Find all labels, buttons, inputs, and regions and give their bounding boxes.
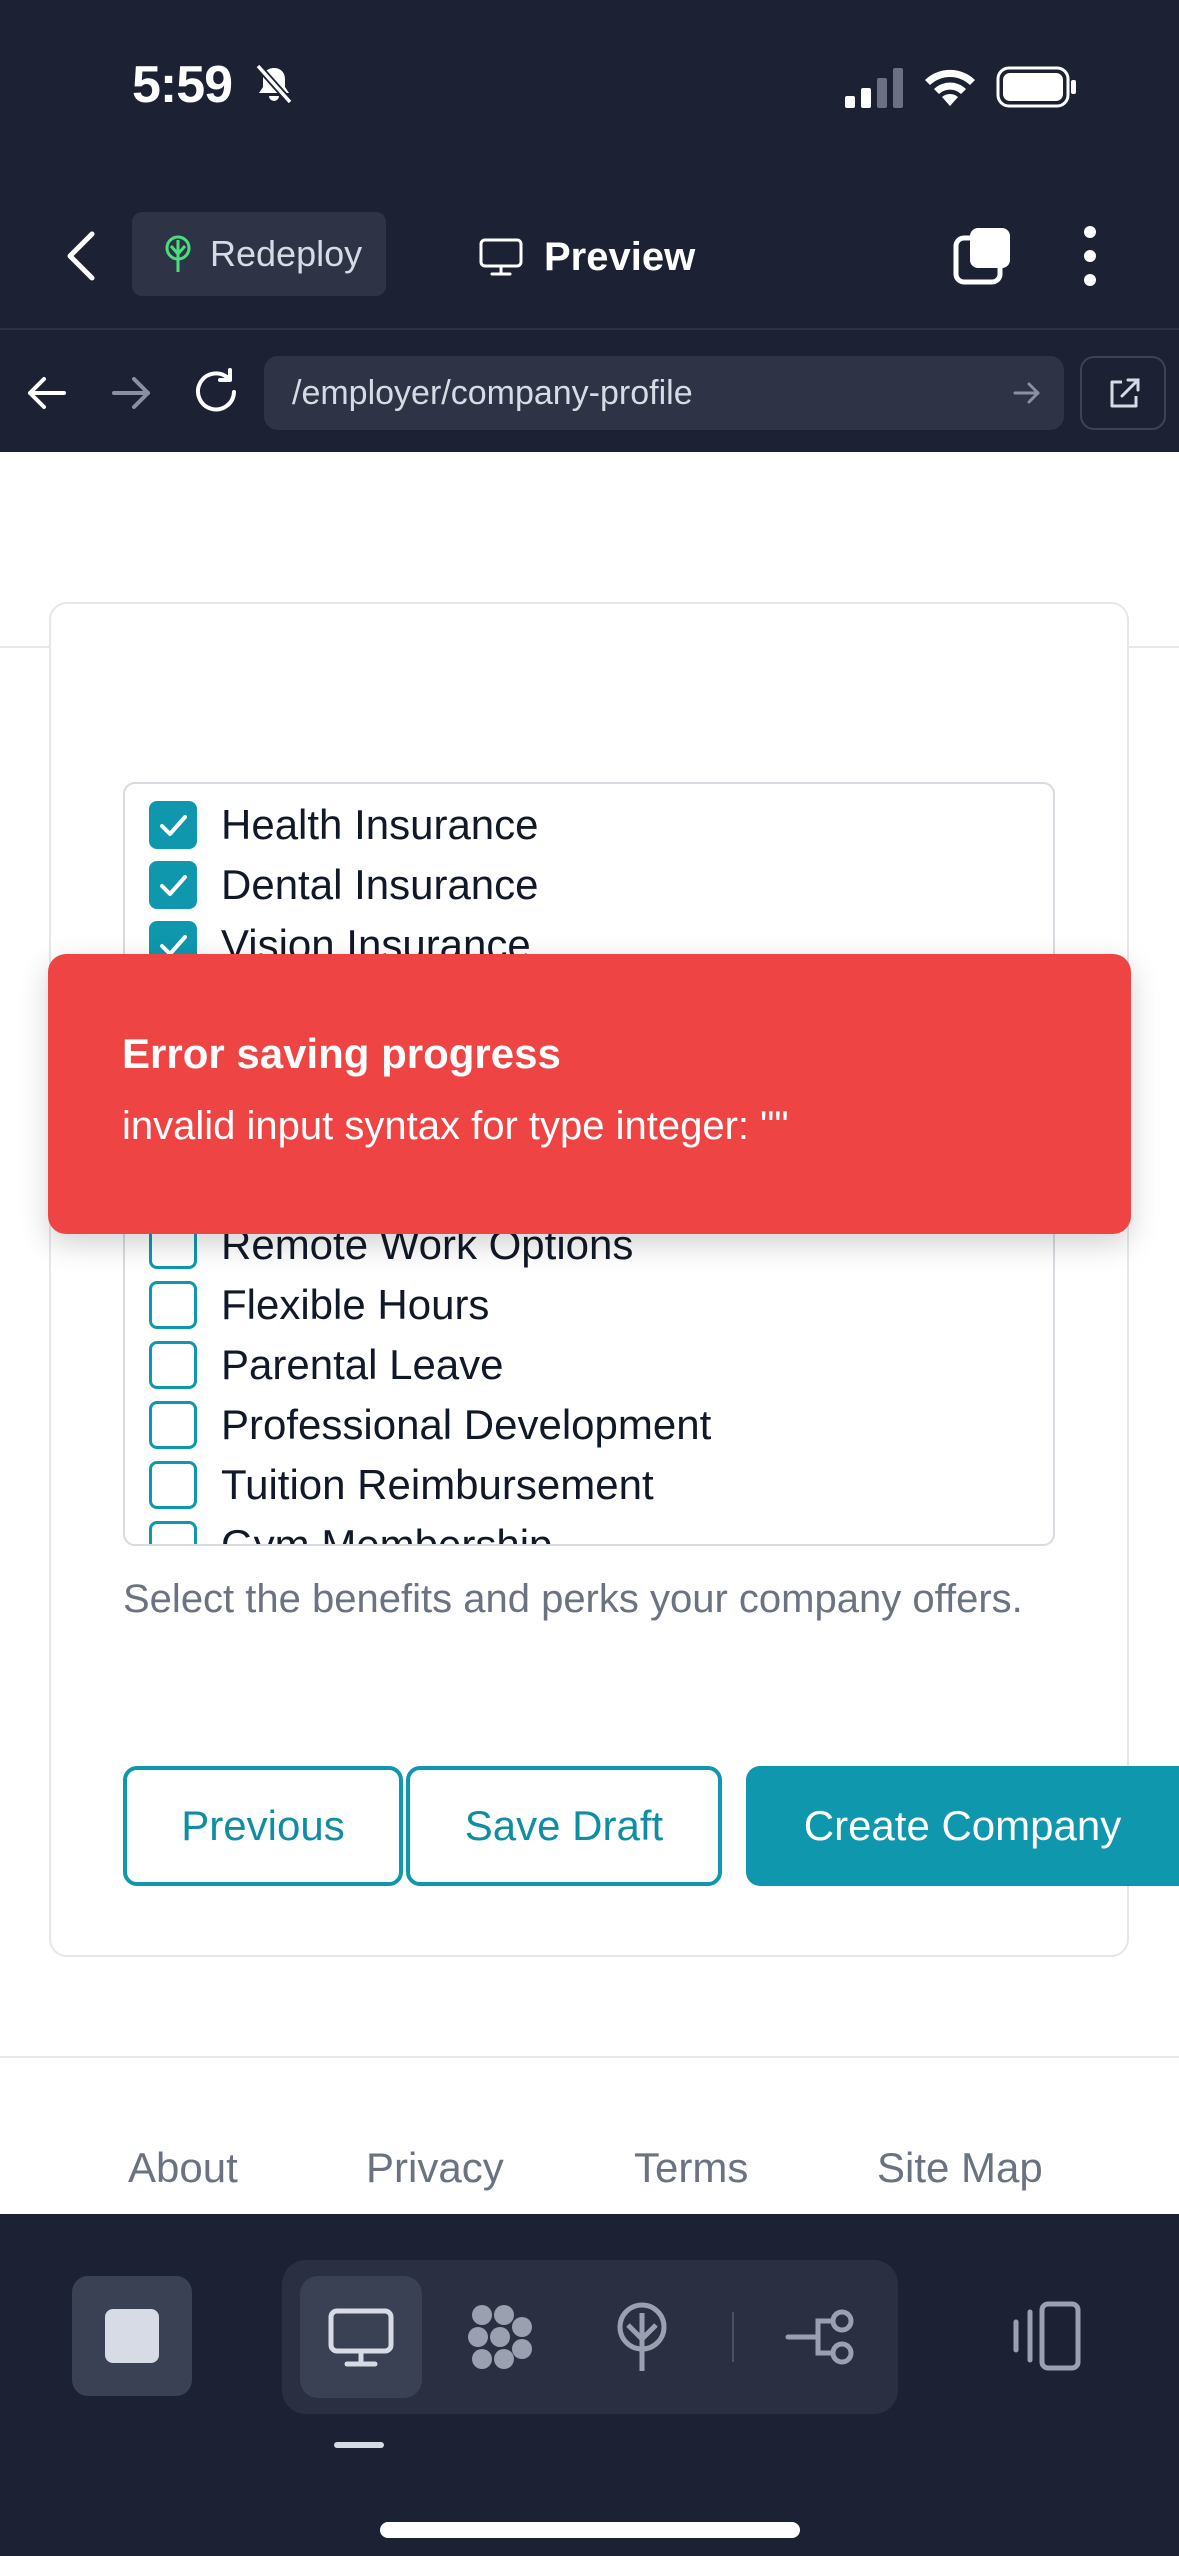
bottom-toolbar [0,2214,1179,2556]
benefit-option[interactable]: Health Insurance [149,799,539,851]
battery-icon [996,66,1076,108]
signal-icon [845,68,903,108]
redeploy-label: Redeploy [210,233,363,274]
wifi-icon [925,69,975,106]
side-panel-icon[interactable] [1006,2298,1086,2374]
benefit-label: Tuition Reimbursement [221,1461,654,1508]
benefits-help-text: Select the benefits and perks your compa… [123,1577,1023,1621]
benefit-option[interactable]: Professional Development [149,1399,711,1451]
segment-divider [732,2312,734,2362]
deploy-icon[interactable] [604,2299,680,2375]
stop-icon [105,2309,159,2363]
more-vertical-icon[interactable] [1070,224,1110,288]
page-content: Health Insurance Dental Insurance Vision I… [0,452,1179,2214]
toast-title: Error saving progress [122,1030,561,1077]
app-header: Redeploy Preview [0,180,1179,330]
checkbox-checked[interactable] [149,801,197,849]
arrow-left-icon[interactable] [24,370,70,416]
status-time: 5:59 [132,56,233,114]
benefit-label: Gym Membership [221,1521,553,1546]
footer-privacy-link[interactable]: Privacy [366,2144,504,2192]
benefit-option[interactable]: Parental Leave [149,1339,504,1391]
view-switcher [282,2260,898,2414]
url-text: /employer/company-profile [292,374,693,412]
bell-slash-icon [255,63,293,105]
previous-button[interactable]: Previous [123,1766,403,1886]
benefit-option[interactable]: Gym Membership [149,1519,553,1546]
error-toast[interactable]: Error saving progress invalid input synt… [48,954,1131,1234]
create-company-button[interactable]: Create Company [746,1766,1179,1886]
monitor-icon [328,2308,394,2367]
preview-tab[interactable]: Preview [478,222,695,292]
benefit-option[interactable]: Tuition Reimbursement [149,1459,654,1511]
url-field[interactable]: /employer/company-profile [264,356,1064,430]
footer-sitemap-link[interactable]: Site Map [877,2144,1043,2192]
preview-label: Preview [544,234,696,279]
benefit-label: Professional Development [221,1401,712,1448]
checkbox-checked[interactable] [149,861,197,909]
reload-icon[interactable] [190,366,242,418]
check-icon [160,815,187,836]
check-icon [160,875,187,896]
monitor-icon [479,238,523,276]
git-branch-icon[interactable] [782,2299,858,2375]
home-indicator [380,2522,800,2538]
footer-terms-link[interactable]: Terms [634,2144,748,2192]
benefit-label: Health Insurance [221,801,539,848]
tabs-icon[interactable] [950,224,1014,288]
benefit-label: Parental Leave [221,1341,504,1388]
benefit-label: Dental Insurance [221,861,539,908]
go-arrow-icon[interactable] [1012,378,1042,408]
footer-about-link[interactable]: About [128,2144,238,2192]
apps-grid-icon[interactable] [462,2299,538,2375]
url-bar: /employer/company-profile [0,330,1179,452]
toast-message: invalid input syntax for type integer: "… [122,1104,789,1148]
checkbox[interactable] [149,1461,197,1509]
benefit-option[interactable]: Flexible Hours [149,1279,489,1331]
checkbox[interactable] [149,1521,197,1544]
status-bar: 5:59 [0,0,1179,180]
benefit-label: Flexible Hours [221,1281,490,1328]
arrow-right-icon[interactable] [108,370,154,416]
open-external-button[interactable] [1080,356,1166,430]
checkbox[interactable] [149,1401,197,1449]
active-view-indicator [334,2442,384,2448]
checkbox[interactable] [149,1341,197,1389]
save-draft-button[interactable]: Save Draft [406,1766,722,1886]
footer-divider [0,2056,1179,2058]
external-link-icon [1110,378,1140,408]
stop-button[interactable] [72,2276,192,2396]
benefit-option[interactable]: Dental Insurance [149,859,539,911]
checkbox[interactable] [149,1281,197,1329]
redeploy-button[interactable]: Redeploy [132,212,386,296]
chevron-left-icon[interactable] [62,228,102,284]
deploy-tree-icon [165,235,191,272]
